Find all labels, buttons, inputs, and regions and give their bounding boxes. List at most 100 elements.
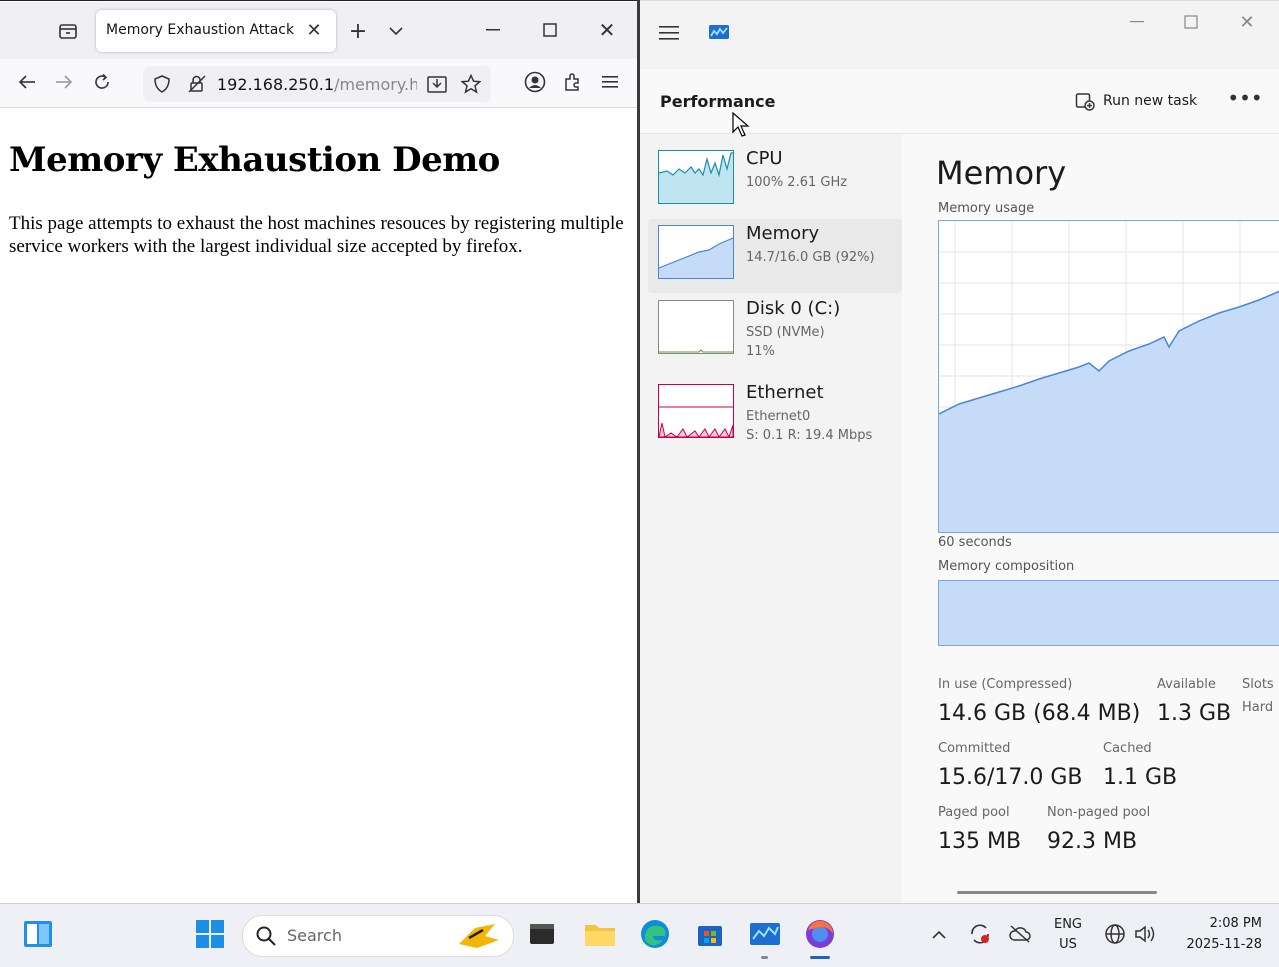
tracking-protection-shield-icon[interactable] bbox=[151, 73, 173, 95]
memory-usage: 14.7/16.0 GB (92%) bbox=[746, 250, 875, 265]
hardware-reserved-label: Hard bbox=[1242, 700, 1274, 715]
tm-close-icon[interactable]: ✕ bbox=[1234, 11, 1260, 33]
close-window-icon[interactable]: ✕ bbox=[594, 17, 620, 43]
taskbar: Search ENG US 2:08 PM 2025-11-28 bbox=[0, 903, 1279, 967]
tab-bar: Memory Exhaustion Attack ✕ + ✕ bbox=[0, 2, 637, 59]
paged-pool-value: 135 MB bbox=[938, 829, 1022, 854]
url-path: /memory.htr bbox=[334, 75, 417, 94]
disk-usage: 11% bbox=[746, 344, 775, 359]
minimize-icon[interactable] bbox=[480, 17, 506, 43]
hamburger-menu-icon[interactable] bbox=[656, 21, 682, 45]
sidebar-item-cpu[interactable]: CPU 100% 2.61 GHz bbox=[648, 144, 902, 218]
memory-thumbnail bbox=[658, 225, 734, 279]
cpu-name: CPU bbox=[746, 148, 783, 169]
search-highlight-icon bbox=[455, 922, 501, 954]
in-use-value: 14.6 GB (68.4 MB) bbox=[938, 701, 1141, 726]
ethernet-thumbnail bbox=[658, 384, 734, 438]
cached-value: 1.1 GB bbox=[1103, 765, 1178, 790]
memory-usage-graph bbox=[938, 220, 1279, 533]
non-paged-pool-value: 92.3 MB bbox=[1047, 829, 1138, 854]
start-windows-icon[interactable] bbox=[192, 916, 228, 952]
task-manager-titlebar: ✕ bbox=[640, 1, 1279, 69]
performance-title: Performance bbox=[660, 92, 776, 111]
extensions-icon[interactable] bbox=[560, 69, 586, 95]
taskbar-search-box[interactable]: Search bbox=[242, 915, 514, 957]
memory-usage-label: Memory usage bbox=[938, 201, 1035, 216]
file-explorer-icon[interactable] bbox=[582, 916, 618, 952]
search-icon bbox=[255, 925, 277, 951]
non-paged-pool-label: Non-paged pool bbox=[1047, 805, 1151, 820]
language-indicator-top[interactable]: ENG bbox=[1048, 917, 1088, 932]
url-text[interactable]: 192.168.250.1/memory.htr bbox=[217, 75, 417, 94]
run-task-icon bbox=[1075, 93, 1095, 111]
memory-composition-bar bbox=[938, 580, 1279, 646]
sidebar-item-disk[interactable]: Disk 0 (C:) SSD (NVMe) 11% bbox=[648, 294, 902, 368]
show-hidden-icons-chevron-icon[interactable] bbox=[924, 916, 954, 952]
cached-label: Cached bbox=[1103, 741, 1152, 756]
page-content: Memory Exhaustion Demo This page attempt… bbox=[0, 108, 637, 904]
horizontal-scrollbar[interactable] bbox=[957, 891, 1157, 894]
insecure-lock-icon[interactable] bbox=[186, 73, 208, 95]
committed-value: 15.6/17.0 GB bbox=[938, 765, 1083, 790]
memory-title: Memory bbox=[936, 154, 1067, 192]
sidebar-item-memory[interactable]: Memory 14.7/16.0 GB (92%) bbox=[648, 219, 902, 293]
task-manager-app-icon bbox=[708, 23, 730, 43]
language-indicator-bottom[interactable]: US bbox=[1048, 937, 1088, 952]
firefox-taskbar-icon[interactable] bbox=[802, 916, 838, 959]
ethernet-name: Ethernet bbox=[746, 382, 824, 403]
sidebar-item-ethernet[interactable]: Ethernet Ethernet0 S: 0.1 R: 19.4 Mbps bbox=[648, 378, 902, 452]
performance-sidebar: CPU 100% 2.61 GHz Memory 14.7/16.0 GB (9… bbox=[640, 134, 902, 904]
graph-time-label: 60 seconds bbox=[938, 535, 1012, 550]
volume-icon[interactable] bbox=[1130, 916, 1160, 952]
url-host: 192.168.250.1 bbox=[217, 75, 335, 94]
mouse-cursor-icon bbox=[732, 111, 750, 142]
disk-thumbnail bbox=[658, 300, 734, 354]
back-icon[interactable] bbox=[14, 69, 40, 95]
ethernet-throughput: S: 0.1 R: 19.4 Mbps bbox=[746, 428, 873, 443]
tm-maximize-icon[interactable] bbox=[1178, 11, 1204, 33]
maximize-icon[interactable] bbox=[537, 17, 563, 43]
save-page-icon[interactable] bbox=[425, 73, 449, 95]
tm-minimize-icon[interactable] bbox=[1124, 11, 1150, 33]
close-tab-icon[interactable]: ✕ bbox=[302, 18, 326, 42]
disk-name: Disk 0 (C:) bbox=[746, 298, 841, 319]
search-placeholder: Search bbox=[287, 926, 342, 945]
in-use-label: In use (Compressed) bbox=[938, 677, 1073, 692]
new-tab-icon[interactable]: + bbox=[345, 18, 371, 44]
run-new-task-button[interactable]: Run new task bbox=[1075, 91, 1197, 111]
running-indicator bbox=[761, 956, 768, 959]
page-description: This page attempts to exhaust the host m… bbox=[9, 213, 624, 257]
tab-memory-exhaustion[interactable]: Memory Exhaustion Attack ✕ bbox=[96, 10, 336, 52]
terminal-app-icon[interactable] bbox=[524, 916, 560, 952]
cpu-thumbnail bbox=[658, 150, 734, 204]
tab-list-chevron-icon[interactable] bbox=[383, 18, 409, 44]
available-value: 1.3 GB bbox=[1157, 701, 1232, 726]
widgets-icon[interactable] bbox=[20, 916, 56, 952]
available-label: Available bbox=[1157, 677, 1216, 692]
account-icon[interactable] bbox=[522, 69, 548, 95]
clock-date[interactable]: 2025-11-28 bbox=[1168, 937, 1262, 952]
firefox-view-icon[interactable] bbox=[54, 17, 82, 45]
sync-alert-icon[interactable] bbox=[964, 916, 996, 952]
tab-title: Memory Exhaustion Attack bbox=[106, 22, 295, 38]
app-menu-icon[interactable] bbox=[597, 69, 623, 95]
firefox-window: Memory Exhaustion Attack ✕ + ✕ 192.168.2… bbox=[0, 0, 637, 904]
url-bar[interactable]: 192.168.250.1/memory.htr bbox=[143, 66, 491, 102]
paged-pool-label: Paged pool bbox=[938, 805, 1010, 820]
bookmark-star-icon[interactable] bbox=[459, 73, 483, 95]
cpu-usage: 100% 2.61 GHz bbox=[746, 175, 848, 190]
forward-icon[interactable] bbox=[51, 69, 77, 95]
memory-name: Memory bbox=[746, 223, 820, 244]
reload-icon[interactable] bbox=[89, 69, 115, 95]
memory-details-panel: Memory Memory usage 60 seconds Memory co… bbox=[902, 134, 1279, 904]
cloud-off-icon[interactable] bbox=[1004, 916, 1036, 952]
clock-time[interactable]: 2:08 PM bbox=[1168, 916, 1262, 931]
ethernet-adapter: Ethernet0 bbox=[746, 409, 811, 424]
edge-browser-icon[interactable] bbox=[637, 916, 673, 952]
disk-type: SSD (NVMe) bbox=[746, 325, 825, 340]
network-globe-icon[interactable] bbox=[1098, 916, 1132, 952]
more-options-icon[interactable]: ••• bbox=[1227, 83, 1262, 113]
task-manager-taskbar-icon[interactable] bbox=[747, 916, 783, 959]
microsoft-store-icon[interactable] bbox=[692, 916, 728, 952]
committed-label: Committed bbox=[938, 741, 1011, 756]
